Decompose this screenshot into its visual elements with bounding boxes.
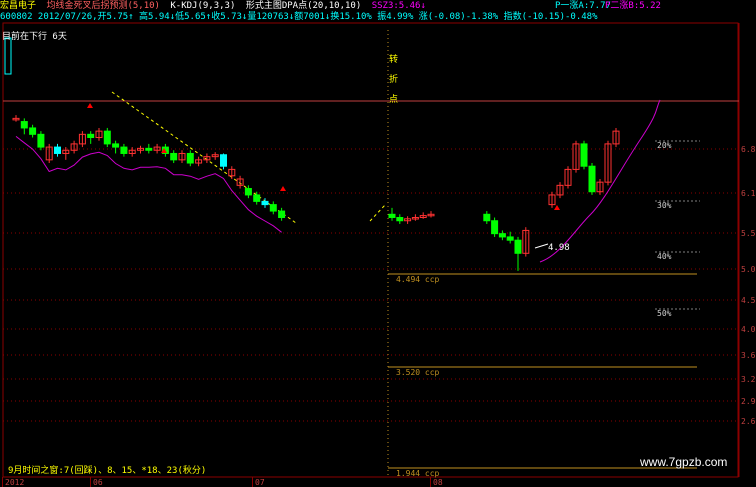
candle-body[interactable]	[498, 233, 506, 238]
candle-body[interactable]	[120, 146, 128, 154]
low-price-label: 4.98	[548, 243, 570, 253]
x-tick-label: 07	[255, 478, 265, 487]
candle-body[interactable]	[396, 217, 404, 222]
low-marker-line	[534, 243, 549, 249]
candle-body[interactable]	[388, 213, 396, 219]
percent-level-label: 40%	[657, 252, 672, 261]
y-tick-label: 5.01	[741, 265, 756, 274]
candle-body[interactable]	[483, 213, 491, 222]
candle-body[interactable]	[170, 152, 178, 161]
x-tick-label: 2012	[5, 478, 24, 487]
y-tick-label: 2.96	[741, 397, 756, 406]
candle-body[interactable]	[29, 127, 37, 135]
y-tick-label: 4.05	[741, 325, 756, 334]
candle-body[interactable]	[54, 146, 61, 154]
candle-body[interactable]	[506, 236, 514, 241]
time-window-note: 9月时间之窗:7(回踩)、8、15、*18、23(秋分)	[8, 466, 207, 476]
y-tick-label: 5.56	[741, 229, 756, 238]
candle-body[interactable]	[37, 133, 45, 148]
candle-body[interactable]	[186, 152, 194, 164]
y-tick-label: 6.87	[741, 145, 756, 154]
trend-line-right	[369, 203, 387, 222]
support-level-label: 3.520 ccp	[396, 368, 440, 377]
trend-label: 目前在下行 6天	[2, 32, 67, 42]
candle-body[interactable]	[112, 143, 120, 148]
buy-signal-icon	[87, 103, 93, 108]
percent-level-label: 50%	[657, 309, 672, 318]
x-tick-label: 06	[93, 478, 103, 487]
candle-body[interactable]	[269, 204, 277, 212]
percent-level-label: 30%	[657, 201, 672, 210]
y-tick-label: 3.65	[741, 351, 756, 360]
candlestick-chart[interactable]: 6.87 6.18 5.56 5.01 4.51 4.05 3.65 3.28 2.96 2.66…	[0, 0, 756, 487]
y-tick-label: 3.28	[741, 375, 756, 384]
candle-body[interactable]	[253, 194, 261, 202]
period-bar	[4, 37, 12, 75]
y-tick-label: 2.66	[741, 417, 756, 426]
buy-signal-icon	[280, 186, 286, 191]
plot-frame	[2, 22, 739, 478]
candle-body[interactable]	[261, 200, 269, 206]
candle-body[interactable]	[244, 188, 252, 196]
candle-body[interactable]	[514, 239, 522, 254]
buy-signal-icon	[554, 205, 560, 210]
candle-body[interactable]	[491, 220, 499, 235]
candle-body[interactable]	[145, 147, 153, 151]
watermark: www.7gpzb.com	[640, 455, 728, 469]
candle-body[interactable]	[220, 154, 227, 167]
candle-body[interactable]	[278, 210, 286, 219]
support-level-label: 1.944 ccp	[396, 469, 440, 478]
percent-level-label: 20%	[657, 141, 672, 150]
turn-point-label: 转折点	[389, 55, 399, 105]
y-tick-label: 4.51	[741, 296, 756, 305]
candle-body[interactable]	[103, 130, 111, 145]
y-tick-label: 6.18	[741, 189, 756, 198]
x-tick-label: 08	[433, 478, 443, 487]
candle-body[interactable]	[580, 143, 588, 167]
chart-window: 宏昌电子 均线金死叉后拐预测(5,10) K-KDJ(9,3,3) 形式主图DP…	[0, 0, 756, 487]
candle-body[interactable]	[20, 121, 28, 129]
support-level-label: 4.494 ccp	[396, 275, 440, 284]
candle-body[interactable]	[87, 133, 95, 139]
candle-body[interactable]	[588, 165, 596, 193]
